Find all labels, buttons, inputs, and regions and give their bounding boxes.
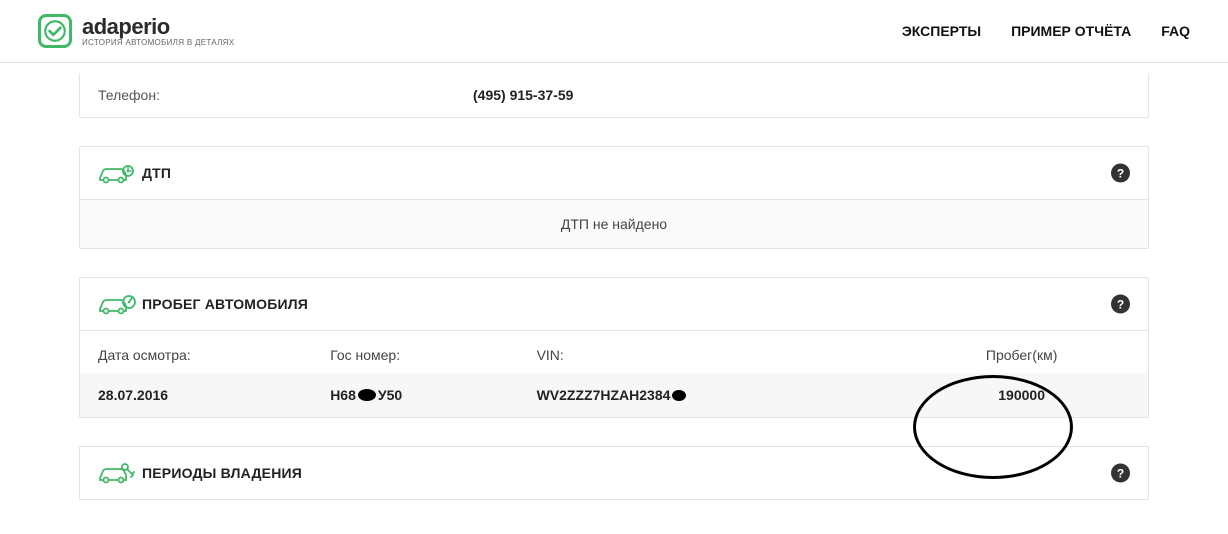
- mileage-table-row: 28.07.2016 Н68 У50 WV2ZZZ7HZAH2384 190000: [80, 373, 1148, 417]
- logo-subtitle: ИСТОРИЯ АВТОМОБИЛЯ В ДЕТАЛЯХ: [82, 39, 234, 48]
- dtp-empty-message: ДТП не найдено: [80, 200, 1148, 248]
- cell-plate: Н68 У50: [330, 387, 536, 403]
- phone-value: (495) 915-37-59: [473, 87, 573, 103]
- redaction-icon: [358, 389, 376, 401]
- plate-prefix: Н68: [330, 387, 356, 403]
- cell-date: 28.07.2016: [98, 387, 330, 403]
- nav-experts[interactable]: ЭКСПЕРТЫ: [902, 23, 981, 39]
- mileage-title: ПРОБЕГ АВТОМОБИЛЯ: [142, 296, 308, 312]
- site-header: adaperio ИСТОРИЯ АВТОМОБИЛЯ В ДЕТАЛЯХ ЭК…: [0, 0, 1228, 63]
- cell-vin: WV2ZZZ7HZAH2384: [537, 387, 914, 403]
- mileage-header: ПРОБЕГ АВТОМОБИЛЯ ?: [80, 278, 1148, 331]
- nav-sample-report[interactable]: ПРИМЕР ОТЧЁТА: [1011, 23, 1131, 39]
- car-odometer-icon: [98, 292, 142, 316]
- logo[interactable]: adaperio ИСТОРИЯ АВТОМОБИЛЯ В ДЕТАЛЯХ: [38, 14, 234, 48]
- redaction-icon: [672, 390, 686, 401]
- logo-text: adaperio ИСТОРИЯ АВТОМОБИЛЯ В ДЕТАЛЯХ: [82, 15, 234, 48]
- car-key-icon: [98, 461, 142, 485]
- mileage-section: ПРОБЕГ АВТОМОБИЛЯ ? Дата осмотра: Гос но…: [79, 277, 1149, 418]
- plate-suffix: У50: [378, 387, 402, 403]
- col-header-date: Дата осмотра:: [98, 347, 330, 363]
- vin-prefix: WV2ZZZ7HZAH2384: [537, 387, 671, 403]
- logo-title: adaperio: [82, 15, 234, 39]
- dtp-section: ДТП ? ДТП не найдено: [79, 146, 1149, 249]
- col-header-vin: VIN:: [537, 347, 914, 363]
- phone-label: Телефон:: [98, 87, 473, 103]
- ownership-title: ПЕРИОДЫ ВЛАДЕНИЯ: [142, 465, 302, 481]
- mileage-table-header: Дата осмотра: Гос номер: VIN: Пробег(км): [80, 331, 1148, 373]
- help-icon[interactable]: ?: [1111, 464, 1130, 483]
- col-header-plate: Гос номер:: [330, 347, 536, 363]
- nav-faq[interactable]: FAQ: [1161, 23, 1190, 39]
- dtp-header: ДТП ?: [80, 147, 1148, 200]
- phone-section: Телефон: (495) 915-37-59: [79, 73, 1149, 118]
- col-header-mileage: Пробег(км): [913, 347, 1130, 363]
- help-icon[interactable]: ?: [1111, 295, 1130, 314]
- dtp-title: ДТП: [142, 165, 171, 181]
- help-icon[interactable]: ?: [1111, 164, 1130, 183]
- cell-mileage: 190000: [913, 387, 1130, 403]
- main-nav: ЭКСПЕРТЫ ПРИМЕР ОТЧЁТА FAQ: [902, 23, 1190, 39]
- ownership-header: ПЕРИОДЫ ВЛАДЕНИЯ ?: [80, 447, 1148, 499]
- ownership-section: ПЕРИОДЫ ВЛАДЕНИЯ ?: [79, 446, 1149, 500]
- car-crash-icon: [98, 161, 142, 185]
- logo-icon: [38, 14, 72, 48]
